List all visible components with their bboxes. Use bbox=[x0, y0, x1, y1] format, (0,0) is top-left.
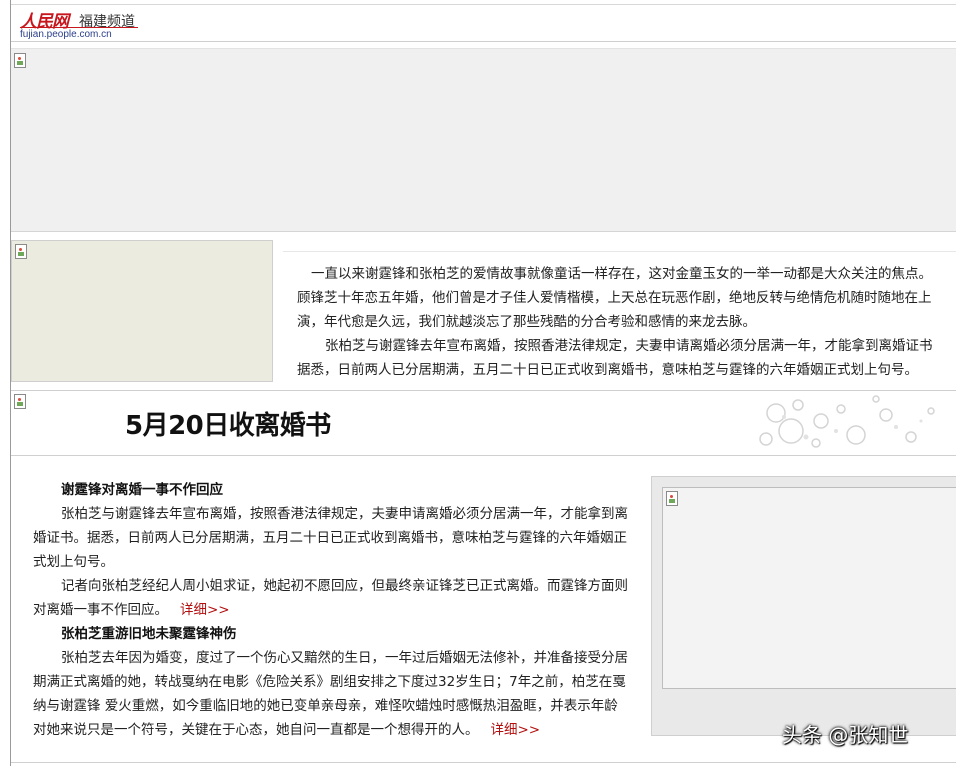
intro-photo bbox=[11, 240, 273, 382]
site-logo[interactable]: 人民网 福建频道 fujian.people.com.cn bbox=[19, 8, 149, 42]
bottom-divider bbox=[11, 762, 956, 763]
article-paragraph: 张柏芝去年因为婚变，度过了一个伤心又黯然的生日，一年过后婚姻无法修补，并准备接受… bbox=[33, 646, 628, 742]
broken-image-icon bbox=[13, 394, 29, 410]
intro-line: 据悉，日前两人已分居期满，五月二十日已正式收到离婚书，意味柏芝与霆锋的六年婚姻正… bbox=[297, 362, 918, 377]
intro-line: 一直以来谢霆锋和张柏芝的爱情故事就像童话一样存在，这对金童玉女的一举一动都是大众… bbox=[311, 266, 932, 282]
broken-image-icon bbox=[14, 244, 30, 260]
broken-image-icon bbox=[13, 53, 29, 69]
intro-paragraph-1: 一直以来谢霆锋和张柏芝的爱情故事就像童话一样存在，这对金童玉女的一举一动都是大众… bbox=[297, 262, 932, 334]
logo-url: fujian.people.com.cn bbox=[20, 29, 112, 40]
intro-paragraph-2: 张柏芝与谢霆锋去年宣布离婚，按照香港法律规定，夫妻申请离婚必须分居满一年，才能拿… bbox=[297, 334, 933, 377]
article-body: 谢霆锋对离婚一事不作回应 张柏芝与谢霆锋去年宣布离婚，按照香港法律规定，夫妻申请… bbox=[33, 478, 628, 742]
article-subheading: 谢霆锋对离婚一事不作回应 bbox=[61, 482, 223, 498]
bubble-decoration bbox=[759, 395, 935, 448]
side-photo-frame bbox=[651, 476, 956, 736]
side-photo bbox=[662, 487, 956, 689]
article-subheading: 张柏芝重游旧地未聚霆锋神伤 bbox=[61, 626, 237, 642]
site-header: 人民网 福建频道 fujian.people.com.cn bbox=[11, 4, 956, 42]
intro-summary-box: 一直以来谢霆锋和张柏芝的爱情故事就像童话一样存在，这对金童玉女的一举一动都是大众… bbox=[283, 251, 956, 377]
logo-channel-name: 福建频道 bbox=[79, 14, 135, 30]
intro-line: 顾锋芝十年恋五年婚，他们曾是才子佳人爱情楷模，上天总在玩恶作剧，绝地反转与绝情危… bbox=[297, 290, 932, 306]
intro-line: 演，年代愈是久远，我们就越淡忘了那些残酷的分合考验和感情的来龙去脉。 bbox=[297, 314, 756, 330]
watermark-text: 头条 @张知世 bbox=[782, 723, 909, 747]
broken-image-icon bbox=[665, 491, 681, 507]
banner-image-area bbox=[11, 48, 956, 232]
article-paragraph: 张柏芝与谢霆锋去年宣布离婚，按照香港法律规定，夫妻申请离婚必须分居满一年，才能拿… bbox=[33, 506, 628, 570]
intro-line: 张柏芝与谢霆锋去年宣布离婚，按照香港法律规定，夫妻申请离婚必须分居满一年，才能拿… bbox=[325, 338, 933, 354]
article-paragraph: 记者向张柏芝经纪人周小姐求证，她起初不愿回应，但最终亲证锋芝已正式离婚。而霆锋方… bbox=[33, 574, 628, 622]
article-paragraph-text: 记者向张柏芝经纪人周小姐求证，她起初不愿回应，但最终亲证锋芝已正式离婚。而霆锋方… bbox=[33, 578, 628, 618]
read-more-link[interactable]: 详细>> bbox=[491, 722, 541, 738]
section-title-bar: 5月20日收离婚书 bbox=[11, 390, 956, 456]
logo-underline bbox=[20, 27, 138, 28]
section-title: 5月20日收离婚书 bbox=[125, 411, 331, 441]
read-more-link[interactable]: 详细>> bbox=[180, 602, 230, 618]
